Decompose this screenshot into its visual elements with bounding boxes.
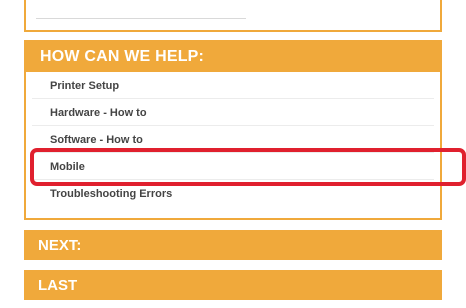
help-list: Printer Setup Hardware - How to Software… xyxy=(26,72,440,207)
help-item-printer-setup[interactable]: Printer Setup xyxy=(32,72,434,99)
help-item-mobile[interactable]: Mobile xyxy=(32,153,434,180)
help-item-hardware-how-to[interactable]: Hardware - How to xyxy=(32,99,434,126)
previous-section-card xyxy=(24,0,442,32)
help-item-software-how-to[interactable]: Software - How to xyxy=(32,126,434,153)
help-panel-page: HOW CAN WE HELP: Printer Setup Hardware … xyxy=(0,0,466,308)
divider-line xyxy=(36,18,246,19)
help-header: HOW CAN WE HELP: xyxy=(26,42,440,72)
help-card: HOW CAN WE HELP: Printer Setup Hardware … xyxy=(24,40,442,220)
next-section-header[interactable]: NEXT: xyxy=(24,230,442,260)
help-item-troubleshooting-errors[interactable]: Troubleshooting Errors xyxy=(32,180,434,207)
last-section-header[interactable]: LAST xyxy=(24,270,442,300)
